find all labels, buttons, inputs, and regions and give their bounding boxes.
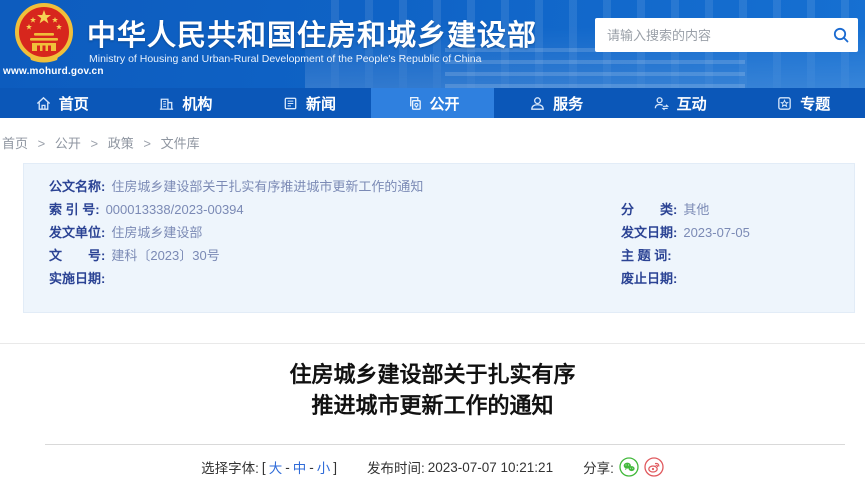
meta-label: 实施日期: <box>49 271 106 286</box>
meta-row-implement-date: 实施日期: <box>49 267 423 290</box>
breadcrumb-library[interactable]: 文件库 <box>161 136 200 151</box>
breadcrumb-policy[interactable]: 政策 <box>108 136 134 151</box>
share-label: 分享: <box>583 461 614 476</box>
meta-value: 住房城乡建设部关于扎实有序推进城市更新工作的通知 <box>111 179 424 194</box>
topics-icon <box>778 96 792 110</box>
breadcrumb-separator: > <box>143 136 151 151</box>
breadcrumb-home[interactable]: 首页 <box>2 136 28 151</box>
bracket-close: ] <box>333 459 337 475</box>
wechat-share-button[interactable] <box>619 457 639 477</box>
dash: - <box>285 459 290 475</box>
nav-item-orgs[interactable]: 机构 <box>124 88 248 118</box>
page: www.mohurd.gov.cn 中华人民共和国住房和城乡建设部 Minist… <box>0 0 865 481</box>
search-box <box>595 18 858 52</box>
article-title: 住房城乡建设部关于扎实有序 推进城市更新工作的通知 <box>0 359 865 421</box>
meta-row-subject-words: 主 题 词: <box>621 244 750 267</box>
header-building-windows <box>445 48 745 88</box>
meta-label: 发文单位: <box>49 225 106 240</box>
article-title-line2: 推进城市更新工作的通知 <box>311 393 554 418</box>
font-size-large-link[interactable]: 大 <box>269 457 283 477</box>
nav-label: 互动 <box>676 95 707 113</box>
nav-item-topics[interactable]: 专题 <box>741 88 865 118</box>
font-size-medium-link[interactable]: 中 <box>293 457 307 477</box>
meta-label: 公文名称: <box>49 179 106 194</box>
bracket-open: [ <box>261 459 266 475</box>
site-title: 中华人民共和国住房和城乡建设部 <box>87 20 538 52</box>
breadcrumb: 首页 > 公开 > 政策 > 文件库 <box>2 133 200 152</box>
doc-meta-left-column: 公文名称: 住房城乡建设部关于扎实有序推进城市更新工作的通知 索 引 号: 0000… <box>49 175 423 290</box>
title-divider <box>45 444 845 445</box>
publish-time: 发布时间: 2023-07-07 10:21:21 <box>367 457 553 477</box>
meta-label: 索 引 号: <box>49 202 100 217</box>
building-icon <box>160 98 174 110</box>
meta-row-doc-number: 文 号: 建科〔2023〕30号 <box>49 244 423 267</box>
meta-label: 分 类: <box>621 202 678 217</box>
search-icon <box>833 27 849 43</box>
doc-meta-panel: 公文名称: 住房城乡建设部关于扎实有序推进城市更新工作的通知 索 引 号: 0000… <box>23 163 855 313</box>
site-header: www.mohurd.gov.cn 中华人民共和国住房和城乡建设部 Minist… <box>0 0 865 88</box>
article-toolbar: 选择字体: [ 大 - 中 - 小 ] 发布时间: 2023-07-07 10:… <box>0 454 865 480</box>
font-size-small-link[interactable]: 小 <box>317 457 331 477</box>
meta-label: 文 号: <box>49 248 106 263</box>
share-group: 分享: <box>583 457 664 477</box>
site-subtitle: Ministry of Housing and Urban-Rural Deve… <box>89 53 482 65</box>
meta-value: 其他 <box>683 202 710 217</box>
article-title-line1: 住房城乡建设部关于扎实有序 <box>289 362 576 387</box>
meta-row-abolish-date: 废止日期: <box>621 267 750 290</box>
national-emblem-icon <box>15 3 73 63</box>
site-url: www.mohurd.gov.cn <box>3 66 104 77</box>
font-size-chooser: 选择字体: [ 大 - 中 - 小 ] <box>201 457 337 477</box>
meta-row-issuing-unit: 发文单位: 住房城乡建设部 <box>49 221 423 244</box>
meta-row-category: 分 类: 其他 <box>621 198 750 221</box>
breadcrumb-separator: > <box>90 136 99 151</box>
dash: - <box>309 459 314 475</box>
wechat-share-icon <box>619 457 639 477</box>
nav-label: 首页 <box>58 95 89 113</box>
breadcrumb-disclosure[interactable]: 公开 <box>55 136 81 151</box>
meta-label: 废止日期: <box>621 271 678 286</box>
publish-time-label: 发布时间: <box>366 461 425 476</box>
main-nav: 首页 机构 新闻 公开 服务 互动 专题 <box>0 88 865 118</box>
search-input[interactable] <box>595 27 824 43</box>
article-section: 住房城乡建设部关于扎实有序 推进城市更新工作的通知 选择字体: [ 大 - 中 … <box>0 343 865 481</box>
nav-item-services[interactable]: 服务 <box>494 88 618 118</box>
nav-label: 机构 <box>182 95 213 113</box>
nav-item-disclosure[interactable]: 公开 <box>370 88 495 118</box>
nav-label: 新闻 <box>305 95 336 113</box>
meta-value: 建科〔2023〕30号 <box>111 248 220 263</box>
disclosure-icon <box>409 96 421 110</box>
meta-value: 住房城乡建设部 <box>111 225 203 240</box>
nav-item-news[interactable]: 新闻 <box>247 88 371 118</box>
nav-label: 公开 <box>429 95 460 113</box>
meta-label: 发文日期: <box>621 225 678 240</box>
meta-row-issue-date: 发文日期: 2023-07-05 <box>621 221 750 244</box>
nav-label: 专题 <box>800 95 831 113</box>
doc-meta-right-column: 分 类: 其他 发文日期: 2023-07-05 主 题 词: 废止日期: <box>621 198 750 290</box>
nav-item-home[interactable]: 首页 <box>0 88 124 118</box>
nav-item-interact[interactable]: 互动 <box>618 88 742 118</box>
meta-value: 000013338/2023-00394 <box>105 202 244 217</box>
weibo-share-button[interactable] <box>644 457 664 477</box>
breadcrumb-separator: > <box>37 136 46 151</box>
meta-row-index-number: 索 引 号: 000013338/2023-00394 <box>49 198 423 221</box>
meta-row-doc-name: 公文名称: 住房城乡建设部关于扎实有序推进城市更新工作的通知 <box>49 175 423 198</box>
publish-time-value: 2023-07-07 10:21:21 <box>427 459 554 475</box>
weibo-share-icon <box>644 457 664 477</box>
font-chooser-label: 选择字体: <box>201 461 259 476</box>
service-icon <box>531 96 544 110</box>
search-button[interactable] <box>824 18 858 52</box>
interact-icon <box>654 96 669 110</box>
nav-label: 服务 <box>553 95 584 113</box>
home-icon <box>36 96 50 110</box>
meta-label: 主 题 词: <box>621 248 672 263</box>
meta-value: 2023-07-05 <box>683 225 750 240</box>
news-icon <box>284 97 297 109</box>
